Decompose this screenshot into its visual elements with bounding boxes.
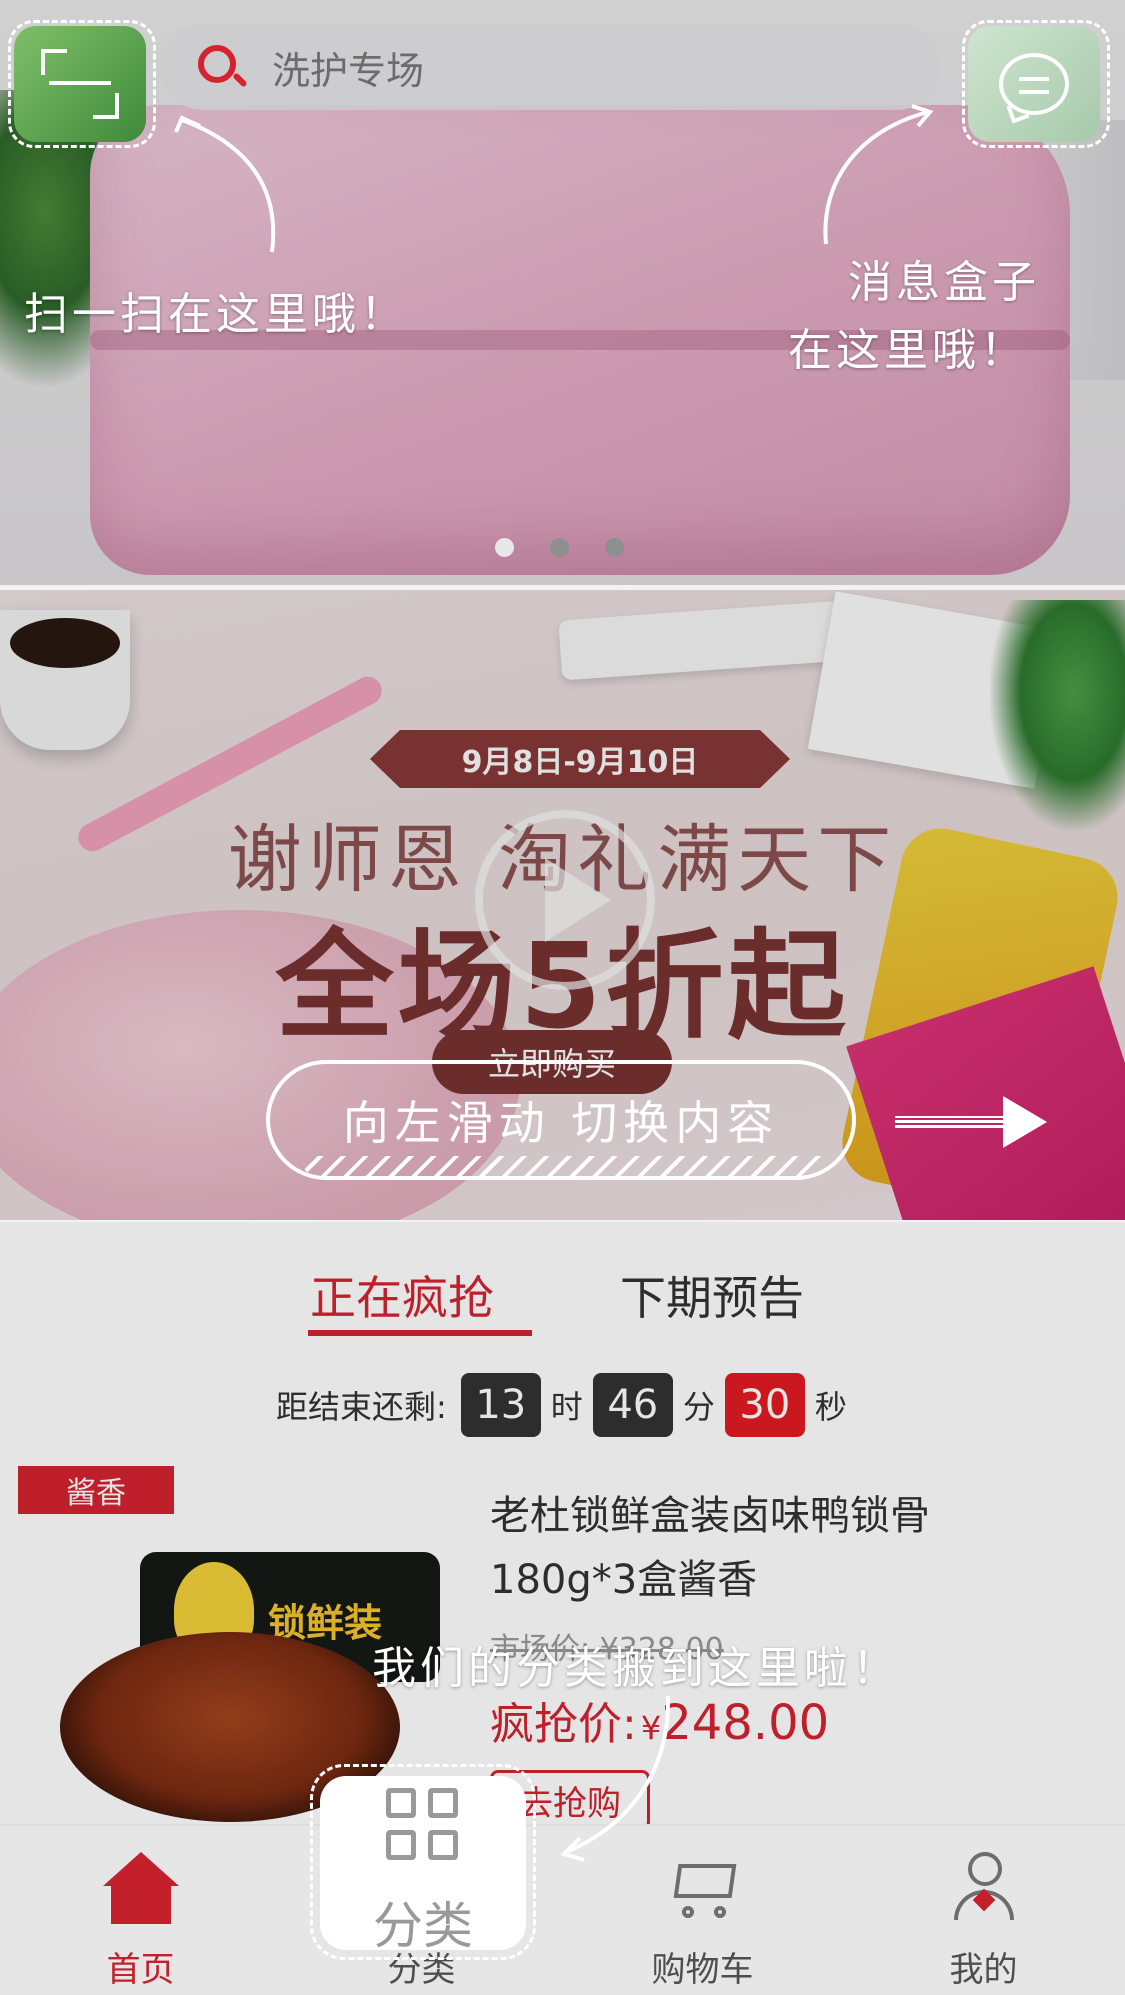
search-bar[interactable]: 洗护专场 [160,24,940,110]
promo-banner[interactable]: 9月8日-9月10日 谢师恩 淘礼满天下 全场5折起 立即购买 向左滑动 切换内… [0,590,1125,1220]
overlay-dim [0,1826,1125,1995]
bottom-nav: 首页 分类 购物车 我的 [0,1824,1125,1995]
category-highlight [310,1764,536,1960]
overlay-dim [0,1222,1125,1824]
message-highlight [962,20,1110,148]
carousel-indicator [495,538,624,557]
arrow-right-icon [895,1096,1047,1148]
search-placeholder: 洗护专场 [272,48,425,93]
flash-sale-section: 正在疯抢 下期预告 距结束还剩: 13 时 46 分 30 秒 酱香 锁鲜装 老… [0,1222,1125,1830]
swipe-hint: 向左滑动 切换内容 [342,1096,780,1150]
carousel-dot-2[interactable] [550,538,569,557]
category-hint: 我们的分类搬到这里啦！ [372,1643,900,1694]
message-hint-line1: 消息盒子 [848,257,1040,308]
swipe-hint-bubble: 向左滑动 切换内容 [266,1060,856,1180]
carousel-dot-1[interactable] [495,538,514,557]
scan-highlight [8,20,156,148]
search-icon [196,43,248,91]
carousel-dot-3[interactable] [605,538,624,557]
message-hint-line2: 在这里哦！ [788,325,1028,376]
app-screen: 洗护专场 扫一扫在这里哦！ 消息盒子 在这里哦！ 9月8日-9月10日 谢师恩 … [0,0,1125,1995]
scan-hint: 扫一扫在这里哦！ [24,289,408,340]
